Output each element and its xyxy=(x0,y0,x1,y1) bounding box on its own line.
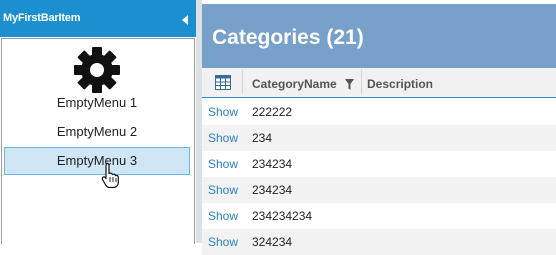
table-row[interactable]: Show 234234 xyxy=(202,177,556,203)
table-row[interactable]: Show 324234 xyxy=(202,229,556,255)
category-name-cell: 234234 xyxy=(252,157,293,171)
category-name-cell: 324234 xyxy=(252,235,293,249)
nav-header-title: MyFirstBarItem xyxy=(3,12,81,24)
grid-settings-icon[interactable] xyxy=(215,75,231,90)
show-link[interactable]: Show xyxy=(208,183,238,197)
collapse-left-icon[interactable] xyxy=(180,13,190,25)
column-separator xyxy=(361,70,362,94)
show-link[interactable]: Show xyxy=(208,209,238,223)
main-content: Categories (21) CategoryName Description… xyxy=(202,0,556,255)
table-row[interactable]: Show 234234 xyxy=(202,151,556,177)
show-link[interactable]: Show xyxy=(208,157,238,171)
filter-icon[interactable] xyxy=(345,77,354,90)
show-link[interactable]: Show xyxy=(208,105,238,119)
show-link[interactable]: Show xyxy=(208,131,238,145)
category-name-cell: 222222 xyxy=(252,105,293,119)
nav-body: EmptyMenu 1 EmptyMenu 2 EmptyMenu 3 xyxy=(1,38,195,244)
show-link[interactable]: Show xyxy=(208,235,238,249)
table-row[interactable]: Show 234 xyxy=(202,125,556,151)
table-row[interactable]: Show 234234234 xyxy=(202,203,556,229)
category-name-cell: 234234234 xyxy=(252,209,313,223)
nav-panel: MyFirstBarItem EmptyMenu 1 EmptyMenu 2 E… xyxy=(0,0,196,244)
grid-header: CategoryName Description xyxy=(202,68,556,98)
column-header-description[interactable]: Description xyxy=(367,77,433,91)
column-header-categoryname[interactable]: CategoryName xyxy=(252,77,337,91)
category-name-cell: 234234 xyxy=(252,183,293,197)
menu-item-emptymenu-3[interactable]: EmptyMenu 3 xyxy=(4,147,190,175)
gear-icon xyxy=(72,45,122,95)
page-header: Categories (21) xyxy=(202,4,556,68)
category-name-cell: 234 xyxy=(252,131,273,145)
column-separator xyxy=(242,70,243,94)
nav-header: MyFirstBarItem xyxy=(0,0,196,37)
menu-item-emptymenu-2[interactable]: EmptyMenu 2 xyxy=(4,118,190,146)
page-title: Categories (21) xyxy=(212,26,364,49)
menu-item-emptymenu-1[interactable]: EmptyMenu 1 xyxy=(4,89,190,117)
table-row[interactable]: Show 222222 xyxy=(202,99,556,125)
